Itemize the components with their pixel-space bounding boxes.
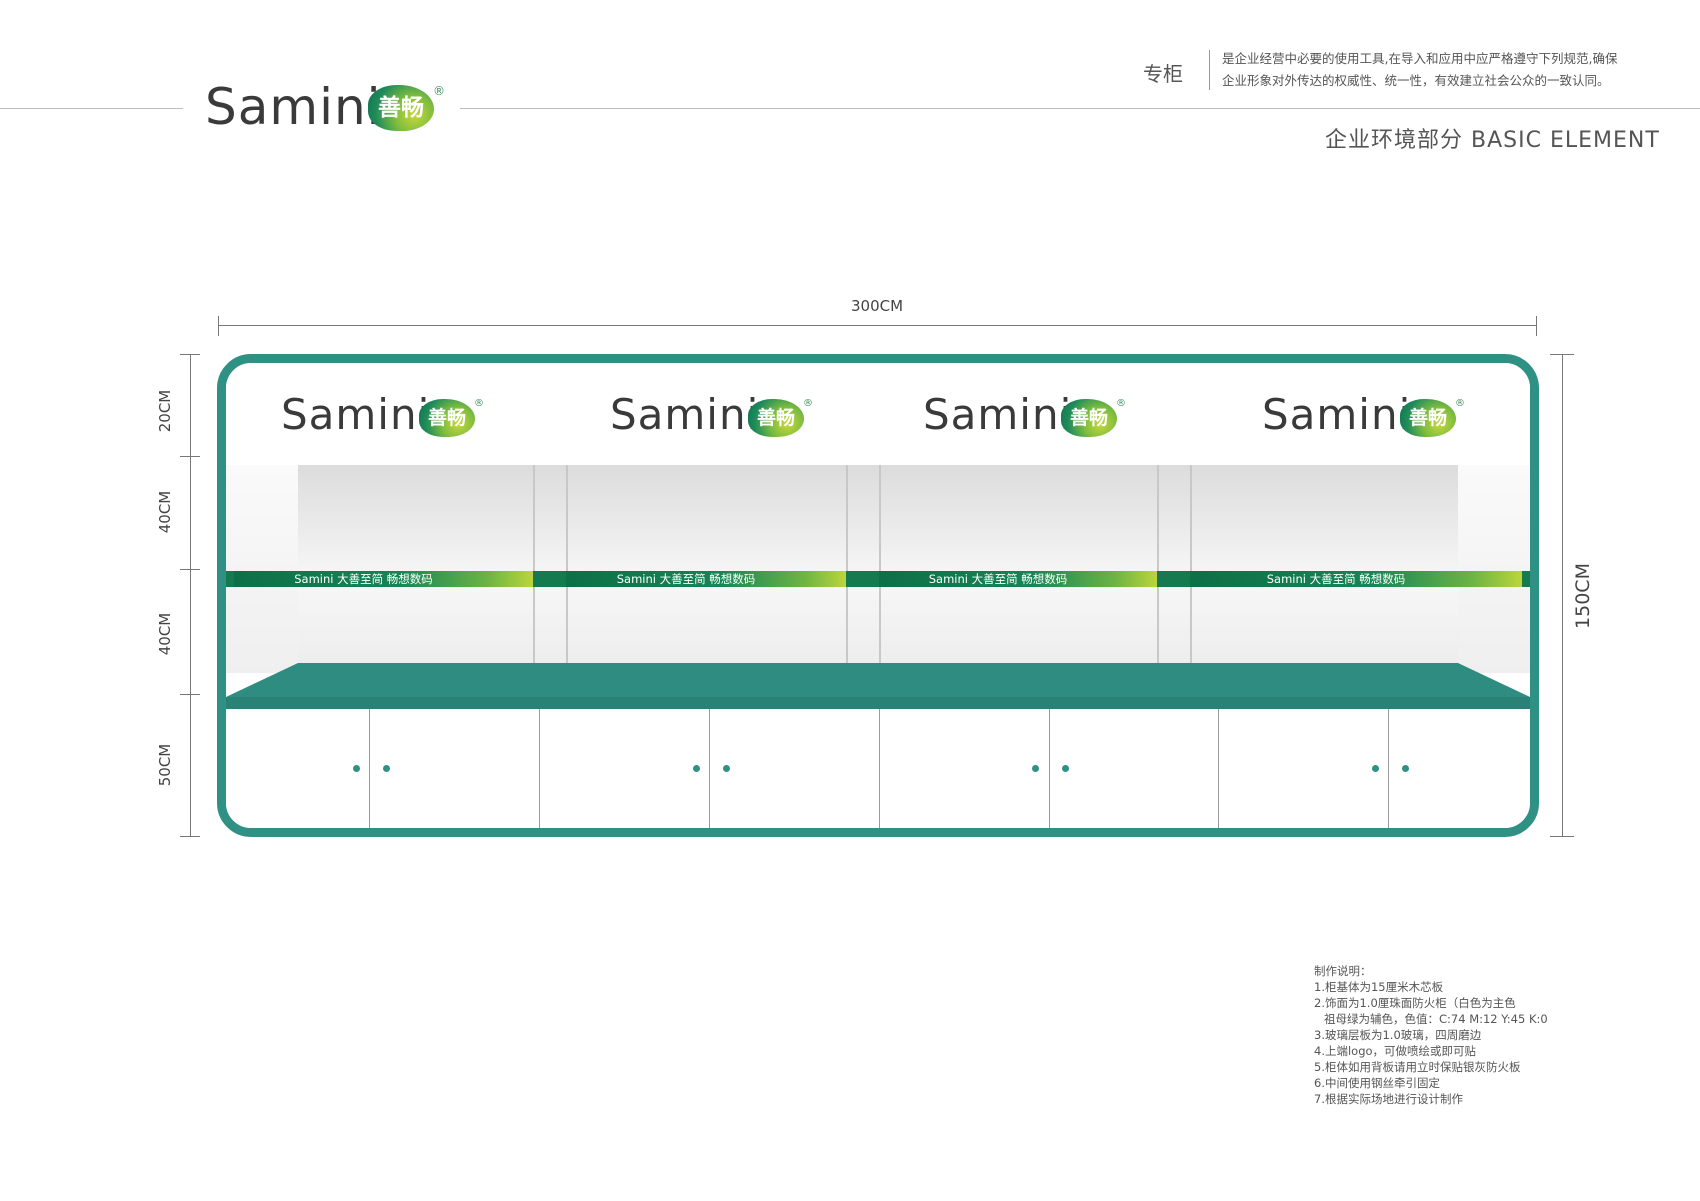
shelf-compartment: Samini 大善至简 畅想数码 Samini 大善至简 畅想数码 Samini… bbox=[226, 465, 1530, 673]
right-tick-bottom bbox=[1550, 836, 1574, 837]
notes-title: 制作说明： bbox=[1314, 964, 1372, 978]
glass-post bbox=[846, 465, 848, 673]
segment-label-top-header: 20CM bbox=[156, 389, 174, 433]
panel-logo-registered-mark: ® bbox=[803, 398, 813, 409]
shelf-banner-text: Samini 大善至简 畅想数码 bbox=[928, 572, 1068, 586]
left-side-wall bbox=[226, 465, 298, 673]
header-separator bbox=[1209, 50, 1210, 90]
header-panel-4: Samini 善畅 ® bbox=[1184, 363, 1530, 465]
shelf-banner-text: Samini 大善至简 畅想数码 bbox=[1266, 572, 1406, 586]
door-seam bbox=[1388, 709, 1389, 828]
glass-post bbox=[1157, 465, 1159, 673]
panel-logo-badge: 善畅 bbox=[1400, 399, 1456, 437]
shelf-banner-text: Samini 大善至简 畅想数码 bbox=[294, 572, 433, 586]
header-panel-1: Samini 善畅 ® bbox=[226, 363, 560, 465]
panel-logo-badge: 善畅 bbox=[1061, 399, 1117, 437]
right-dimension-line bbox=[1562, 354, 1563, 836]
right-side-wall bbox=[1458, 465, 1530, 673]
shelf-banner-text: Samini 大善至简 畅想数码 bbox=[616, 572, 756, 586]
panel-logo-wordmark: Samini bbox=[1262, 390, 1412, 439]
header-panel-2: Samini 善畅 ® bbox=[559, 363, 874, 465]
glass-post bbox=[879, 465, 881, 673]
panel-logo-badge: 善畅 bbox=[748, 399, 804, 437]
door-knob bbox=[383, 765, 390, 772]
left-tick-2 bbox=[180, 569, 200, 570]
shelf-banner-2: Samini 大善至简 畅想数码 bbox=[566, 571, 846, 587]
door-seam bbox=[369, 709, 370, 828]
notes-item: 1.柜基体为15厘米木芯板 bbox=[1314, 980, 1444, 994]
logo-registered-mark: ® bbox=[433, 84, 445, 98]
door-seam bbox=[1049, 709, 1050, 828]
shelf-banner-4: Samini 大善至简 畅想数码 bbox=[1190, 571, 1522, 587]
glass-post bbox=[533, 465, 535, 673]
door-knob bbox=[723, 765, 730, 772]
panel-logo-wordmark: Samini bbox=[610, 390, 760, 439]
counter-top-surface bbox=[226, 663, 1530, 709]
segment-label-upper-shelf: 40CM bbox=[156, 490, 174, 534]
bay-divider bbox=[539, 709, 540, 828]
glass-post bbox=[1190, 465, 1192, 673]
door-knob bbox=[693, 765, 700, 772]
panel-logo-registered-mark: ® bbox=[474, 398, 484, 409]
left-dimension-line bbox=[190, 354, 191, 836]
segment-label-base: 50CM bbox=[156, 743, 174, 787]
bay-divider bbox=[1218, 709, 1219, 828]
height-dimension-label: 150CM bbox=[1572, 563, 1594, 629]
base-cabinet bbox=[226, 709, 1530, 828]
segment-label-lower-shelf: 40CM bbox=[156, 612, 174, 656]
notes-item: 2.饰面为1.0厘珠面防火柜（白色为主色 bbox=[1314, 996, 1516, 1010]
panel-logo-wordmark: Samini bbox=[923, 390, 1073, 439]
notes-item: 祖母绿为辅色，色值：C:74 M:12 Y:45 K:0 bbox=[1324, 1012, 1548, 1026]
header-description-line-2: 企业形象对外传达的权威性、统一性，有效建立社会公众的一致认同。 bbox=[1222, 73, 1610, 88]
left-tick-1 bbox=[180, 456, 200, 457]
door-knob bbox=[1032, 765, 1039, 772]
glass-post bbox=[566, 465, 568, 673]
logo-badge: 善畅 bbox=[368, 85, 434, 131]
header-description-line-1: 是企业经营中必要的使用工具,在导入和应用中应严格遵守下列规范,确保 bbox=[1222, 51, 1618, 66]
header-panel-3: Samini 善畅 ® bbox=[873, 363, 1185, 465]
header-rule-right bbox=[460, 108, 1700, 109]
back-wall bbox=[298, 465, 1458, 673]
logo-wordmark: Samini bbox=[205, 78, 382, 136]
notes-item: 5.柜体如用背板请用立时保贴银灰防火板 bbox=[1314, 1060, 1521, 1074]
notes-item: 7.根据实际场地进行设计制作 bbox=[1314, 1092, 1463, 1106]
notes-item: 3.玻璃层板为1.0玻璃，四周磨边 bbox=[1314, 1028, 1482, 1042]
panel-logo-badge: 善畅 bbox=[419, 399, 475, 437]
panel-logo-wordmark: Samini bbox=[281, 390, 431, 439]
width-dimension-line bbox=[218, 325, 1536, 326]
left-tick-4 bbox=[180, 836, 200, 837]
width-dimension-tick-right bbox=[1536, 316, 1537, 336]
left-tick-3 bbox=[180, 694, 200, 695]
display-cabinet: Samini 善畅 ® Samini 善畅 ® Samini 善畅 ® Sami… bbox=[217, 354, 1539, 837]
door-knob bbox=[1372, 765, 1379, 772]
header-rule-left bbox=[0, 108, 183, 109]
production-notes: 制作说明： 1.柜基体为15厘米木芯板 2.饰面为1.0厘珠面防火柜（白色为主色… bbox=[1314, 963, 1548, 1107]
right-tick-top bbox=[1550, 354, 1574, 355]
door-knob bbox=[353, 765, 360, 772]
shelf-banner-1: Samini 大善至简 畅想数码 bbox=[234, 571, 533, 587]
door-knob bbox=[1062, 765, 1069, 772]
notes-item: 6.中间使用钢丝牵引固定 bbox=[1314, 1076, 1440, 1090]
width-dimension-tick-left bbox=[218, 316, 219, 336]
door-seam bbox=[709, 709, 710, 828]
width-dimension-label: 300CM bbox=[851, 297, 904, 315]
section-title: 专柜 bbox=[1143, 62, 1183, 86]
panel-logo-registered-mark: ® bbox=[1116, 398, 1126, 409]
left-tick-0 bbox=[180, 354, 200, 355]
panel-logo-registered-mark: ® bbox=[1455, 398, 1465, 409]
notes-item: 4.上端logo，可做喷绘或即可贴 bbox=[1314, 1044, 1477, 1058]
bay-divider bbox=[879, 709, 880, 828]
shelf-banner-3: Samini 大善至简 畅想数码 bbox=[879, 571, 1157, 587]
basic-element-title: 企业环境部分 BASIC ELEMENT bbox=[1325, 128, 1660, 153]
door-knob bbox=[1402, 765, 1409, 772]
